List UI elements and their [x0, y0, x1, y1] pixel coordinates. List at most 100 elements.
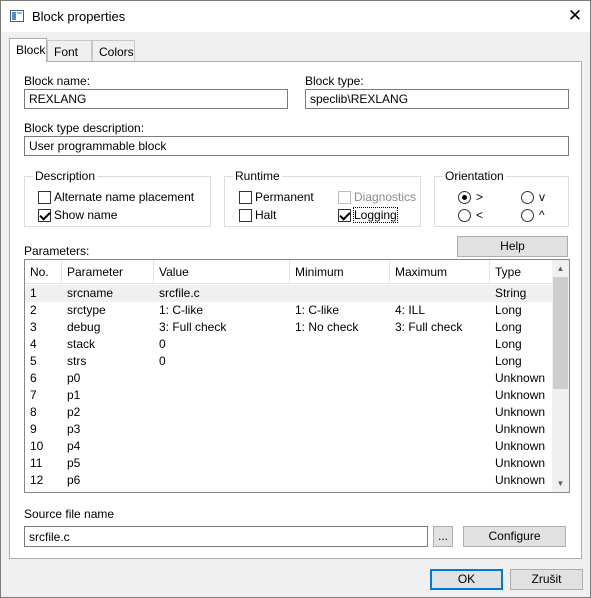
table-cell-value: 1: C-like: [159, 303, 204, 317]
table-cell-max: [390, 353, 395, 370]
table-cell-no: 6: [30, 371, 37, 385]
table-cell-max: [390, 336, 395, 353]
table-cell-max: [390, 455, 395, 472]
table-cell-value: [154, 455, 159, 472]
table-cell-type: Unknown: [495, 473, 546, 487]
table-cell-min: [290, 472, 295, 489]
parameters-table[interactable]: No. Parameter Value Minimum Maximum Type…: [24, 259, 570, 493]
table-cell-min: [290, 387, 295, 404]
table-cell-min: 1: C-like: [295, 303, 340, 317]
column-header-minimum[interactable]: Minimum: [290, 260, 390, 284]
table-cell-no: 8: [30, 405, 37, 419]
halt-label: Halt: [255, 208, 277, 222]
parameters-table-header: No. Parameter Value Minimum Maximum Type: [25, 260, 553, 284]
table-cell-type: Long: [495, 354, 522, 368]
block-type-label: Block type:: [305, 74, 364, 88]
dialog-window: Block properties ✕ Block Font Colors Blo…: [0, 0, 591, 598]
table-cell-param: p1: [67, 388, 81, 402]
halt-checkbox[interactable]: Halt: [239, 208, 276, 222]
alternate-name-placement-label: Alternate name placement: [54, 190, 195, 204]
radio-dot[interactable]: [521, 190, 534, 204]
table-row[interactable]: 3 debug 3: Full check 1: No check 3: Full ch…: [25, 319, 553, 336]
table-row[interactable]: 9 p3 Unknown: [25, 421, 553, 438]
ok-button[interactable]: OK: [430, 569, 503, 590]
title-bar[interactable]: Block properties ✕: [1, 1, 590, 32]
table-cell-max: [390, 421, 395, 438]
table-row[interactable]: 5 strs 0 Long: [25, 353, 553, 370]
table-cell-no: 11: [30, 456, 43, 470]
table-cell-type: Unknown: [495, 371, 546, 385]
table-cell-min: [290, 404, 295, 421]
scroll-down-arrow-icon[interactable]: ▼: [552, 475, 569, 492]
block-type-description-field[interactable]: User programmable block: [24, 136, 569, 156]
table-cell-param: stack: [67, 337, 96, 351]
radio-dot-checked[interactable]: [458, 190, 471, 204]
column-header-value[interactable]: Value: [154, 260, 290, 284]
column-header-parameter[interactable]: Parameter: [62, 260, 154, 284]
table-row[interactable]: 4 stack 0 Long: [25, 336, 553, 353]
column-header-no[interactable]: No.: [25, 260, 62, 284]
help-button[interactable]: Help: [457, 236, 568, 257]
checkbox-box-checked[interactable]: [38, 208, 51, 222]
table-cell-type: Long: [495, 303, 522, 317]
table-row[interactable]: 1 srcname srcfile.c String: [25, 285, 553, 302]
tab-block[interactable]: Block: [9, 38, 47, 62]
table-cell-no: 12: [30, 473, 44, 487]
block-type-field[interactable]: speclib\REXLANG: [305, 89, 569, 109]
orientation-up-radio[interactable]: ^: [521, 208, 545, 222]
checkbox-box-checked[interactable]: [338, 208, 351, 222]
table-row[interactable]: 6 p0 Unknown: [25, 370, 553, 387]
table-cell-type: Unknown: [495, 439, 546, 453]
table-cell-param: srcname: [67, 286, 114, 300]
source-file-name-label: Source file name: [24, 507, 115, 521]
table-row[interactable]: 2 srctype 1: C-like 1: C-like 4: ILL Long: [25, 302, 553, 319]
logging-checkbox[interactable]: Logging: [338, 207, 398, 223]
table-row[interactable]: 10 p4 Unknown: [25, 438, 553, 455]
table-cell-param: srctype: [67, 303, 106, 317]
block-name-field[interactable]: REXLANG: [24, 89, 288, 109]
table-cell-min: [290, 421, 295, 438]
scrollbar-thumb[interactable]: [553, 277, 568, 389]
table-row[interactable]: 8 p2 Unknown: [25, 404, 553, 421]
table-cell-no: 7: [30, 388, 37, 402]
cancel-button[interactable]: Zrušit: [510, 569, 583, 590]
table-row[interactable]: 11 p5 Unknown: [25, 455, 553, 472]
table-row[interactable]: 12 p6 Unknown: [25, 472, 553, 489]
scroll-up-arrow-icon[interactable]: ▲: [552, 260, 569, 277]
tab-colors[interactable]: Colors: [92, 40, 135, 61]
table-cell-param: p6: [67, 473, 81, 487]
alternate-name-placement-checkbox[interactable]: Alternate name placement: [38, 190, 194, 204]
browse-button[interactable]: ...: [433, 526, 453, 547]
tab-font[interactable]: Font: [47, 40, 92, 61]
column-header-type[interactable]: Type: [490, 260, 553, 284]
orientation-down-radio[interactable]: v: [521, 190, 545, 204]
table-cell-type: Unknown: [495, 388, 546, 402]
close-icon[interactable]: ✕: [563, 5, 587, 27]
orientation-right-radio[interactable]: >: [458, 190, 483, 204]
table-cell-min: [290, 353, 295, 370]
table-row[interactable]: 7 p1 Unknown: [25, 387, 553, 404]
table-cell-type: Long: [495, 337, 522, 351]
table-cell-param: p4: [67, 439, 81, 453]
table-cell-no: 1: [30, 286, 37, 300]
radio-dot[interactable]: [458, 208, 471, 222]
table-cell-max: [390, 404, 395, 421]
parameters-scrollbar[interactable]: ▲ ▼: [552, 260, 569, 492]
checkbox-box[interactable]: [38, 190, 51, 204]
orientation-left-radio[interactable]: <: [458, 208, 483, 222]
show-name-checkbox[interactable]: Show name: [38, 208, 117, 222]
table-cell-type: Long: [495, 320, 522, 334]
orientation-down-label: v: [539, 190, 545, 204]
checkbox-box[interactable]: [239, 208, 252, 222]
block-type-description-label: Block type description:: [24, 121, 145, 135]
column-header-maximum[interactable]: Maximum: [390, 260, 490, 284]
configure-button[interactable]: Configure: [463, 526, 566, 547]
radio-dot[interactable]: [521, 208, 534, 222]
table-cell-value: 3: Full check: [159, 320, 227, 334]
table-cell-min: [290, 336, 295, 353]
checkbox-box[interactable]: [239, 190, 252, 204]
table-cell-param: p3: [67, 422, 81, 436]
source-file-name-field[interactable]: srcfile.c: [24, 526, 428, 547]
permanent-checkbox[interactable]: Permanent: [239, 190, 314, 204]
logging-label: Logging: [353, 207, 398, 223]
